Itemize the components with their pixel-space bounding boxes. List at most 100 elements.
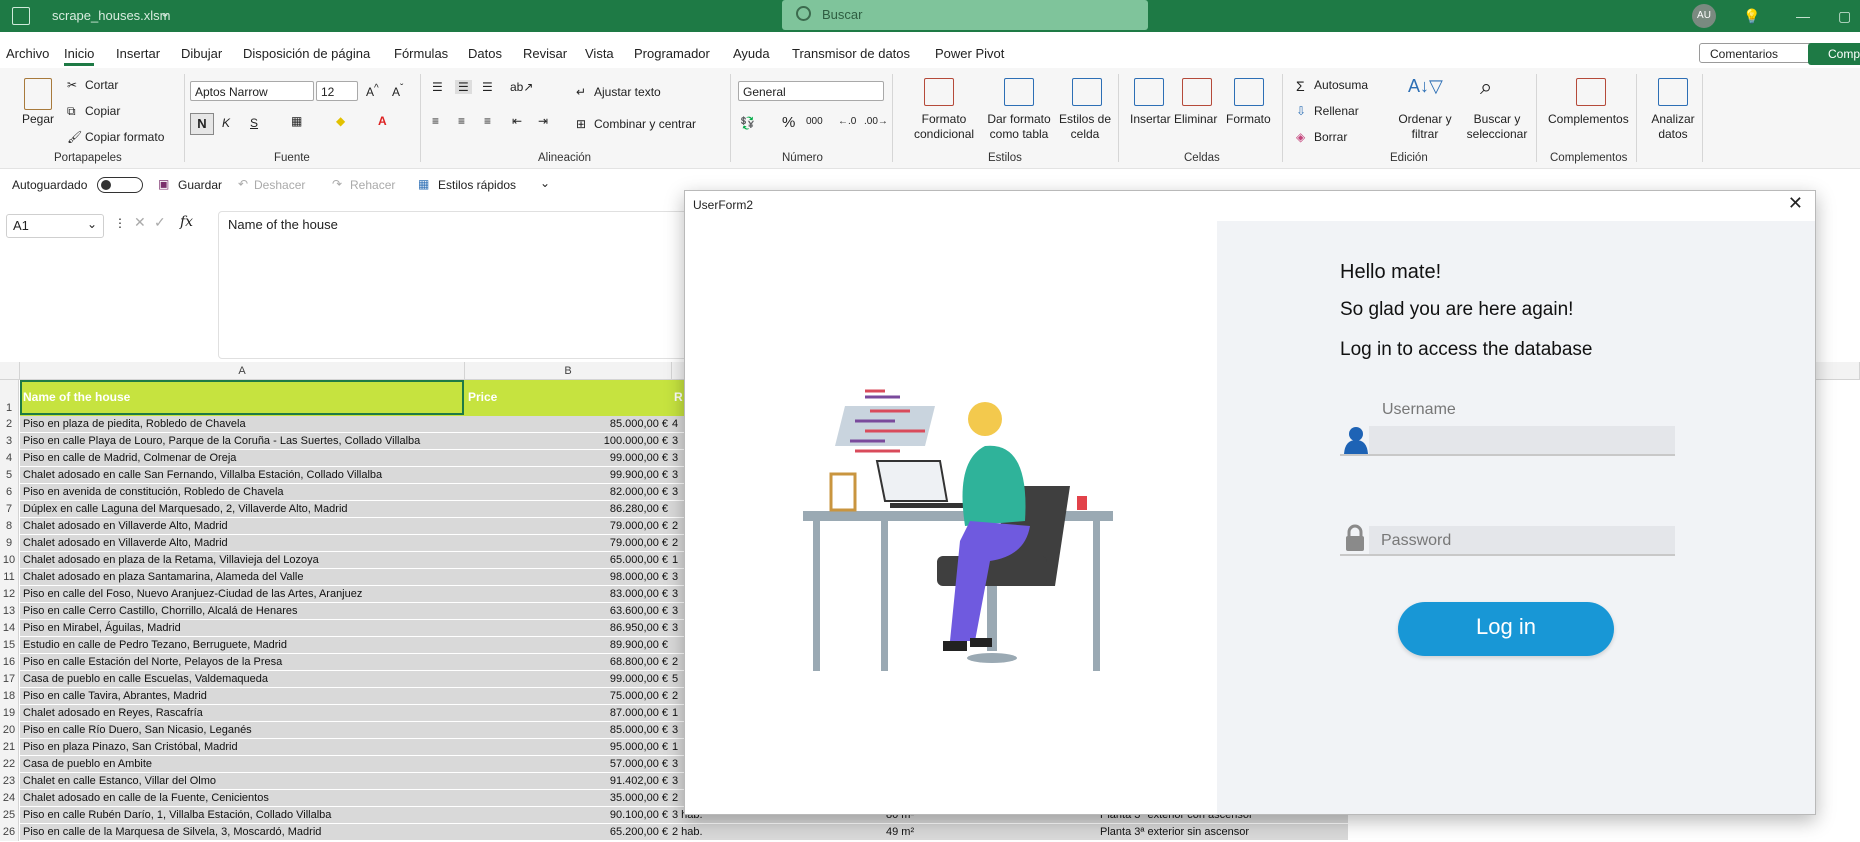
thousands-icon[interactable]: 000 [806,116,823,127]
avatar[interactable]: AU [1692,4,1716,28]
align-right-icon[interactable]: ≡ [484,114,491,128]
italic-button[interactable]: K [222,116,230,130]
tab-ayuda[interactable]: Ayuda [733,46,770,61]
clear-button[interactable]: Borrar [1314,130,1347,144]
save-button[interactable]: Guardar [178,178,222,192]
cell-name[interactable]: Piso en calle Tavira, Abrantes, Madrid [20,688,465,705]
align-left-icon[interactable]: ≡ [432,114,439,128]
cell-name[interactable]: Piso en plaza Pinazo, San Cristóbal, Mad… [20,739,465,756]
username-field[interactable] [1369,426,1675,454]
indent-decrease-icon[interactable]: ⇤ [512,114,522,128]
shrink-font-icon[interactable]: Aˇ [392,83,403,99]
enter-icon[interactable]: ✓ [154,214,166,231]
quick-styles-button[interactable]: Estilos rápidos [438,178,516,192]
conditional-format-button[interactable]: Formato condicional [914,112,974,142]
cell-price[interactable]: 68.800,00 € [465,654,670,671]
select-all-corner[interactable] [0,362,20,380]
row-number[interactable]: 15 [0,637,19,654]
cell-styles-button[interactable]: Estilos de celda [1058,112,1112,142]
cell-name[interactable]: Piso en calle Río Duero, San Nicasio, Le… [20,722,465,739]
cell-name[interactable]: Chalet adosado en Villaverde Alto, Madri… [20,518,465,535]
autosave-toggle[interactable] [97,177,143,193]
format-table-button[interactable]: Dar formato como tabla [984,112,1054,142]
cell-name[interactable]: Piso en calle Estación del Norte, Pelayo… [20,654,465,671]
cell-price[interactable]: 82.000,00 € [465,484,670,501]
addins-button[interactable]: Complementos [1548,112,1629,126]
cell-price[interactable]: 90.100,00 € [465,807,670,824]
cell-rooms[interactable]: 2 hab. [672,824,702,842]
font-name-select[interactable]: Aptos Narrow [190,81,314,101]
fill-button[interactable]: Rellenar [1314,104,1359,118]
file-name[interactable]: scrape_houses.xlsm [52,8,171,23]
cell-name[interactable]: Chalet adosado en plaza Santamarina, Ala… [20,569,465,586]
row-number[interactable]: 24 [0,790,19,807]
font-color-icon[interactable]: A [378,114,387,128]
tab-power-pivot[interactable]: Power Pivot [935,46,1004,61]
undo-button[interactable]: Deshacer [254,178,305,192]
font-size-select[interactable]: 12 [316,81,358,101]
row-number[interactable]: 5 [0,467,19,484]
tab-revisar[interactable]: Revisar [523,46,567,61]
cell-price[interactable]: 91.402,00 € [465,773,670,790]
insert-cells-button[interactable]: Insertar [1130,112,1171,126]
align-bottom-icon[interactable]: ☰ [482,80,493,94]
indent-increase-icon[interactable]: ⇥ [538,114,548,128]
cell-price[interactable]: 87.000,00 € [465,705,670,722]
cell-name[interactable]: Piso en calle Playa de Louro, Parque de … [20,433,465,450]
cell-name[interactable]: Piso en calle de la Marquesa de Silvela,… [20,824,465,841]
close-icon[interactable]: ✕ [1788,193,1803,214]
cell-name[interactable]: Chalet adosado en Reyes, Rascafría [20,705,465,722]
cell-name[interactable]: Dúplex en calle Laguna del Marquesado, 2… [20,501,465,518]
row-number[interactable]: 8 [0,518,19,535]
wrap-text-button[interactable]: Ajustar texto [594,85,661,99]
format-cells-button[interactable]: Formato [1226,112,1271,126]
cell-name[interactable]: Estudio en calle de Pedro Tezano, Berrug… [20,637,465,654]
row-number[interactable]: 4 [0,450,19,467]
cell-name[interactable]: Piso en calle del Foso, Nuevo Aranjuez-C… [20,586,465,603]
row-number[interactable]: 7 [0,501,19,518]
orientation-icon[interactable]: ab↗ [510,80,533,94]
header-cell-c[interactable]: R [674,390,683,404]
borders-icon[interactable]: ▦ [291,114,302,128]
maximize-icon[interactable]: ▢ [1838,8,1851,25]
row-number[interactable]: 12 [0,586,19,603]
copy-button[interactable]: Copiar [85,104,120,118]
formula-area[interactable] [218,211,690,359]
lightbulb-icon[interactable]: 💡 [1743,8,1760,25]
formula-content[interactable]: Name of the house [228,217,338,232]
cell-price[interactable]: 95.000,00 € [465,739,670,756]
header-cell-price[interactable]: Price [468,390,497,404]
row-number[interactable]: 14 [0,620,19,637]
cell-name[interactable]: Piso en Mirabel, Águilas, Madrid [20,620,465,637]
cell-price[interactable]: 65.000,00 € [465,552,670,569]
cancel-icon[interactable]: ✕ [134,214,146,231]
cell-price[interactable]: 99.000,00 € [465,450,670,467]
merge-center-button[interactable]: Combinar y centrar [594,117,696,131]
row-number[interactable]: 1 [0,380,19,416]
row-number[interactable]: 20 [0,722,19,739]
percent-icon[interactable]: % [782,114,795,131]
cell-price[interactable]: 86.950,00 € [465,620,670,637]
tab-vista[interactable]: Vista [585,46,614,61]
autosum-button[interactable]: Autosuma [1314,78,1368,92]
underline-button[interactable]: S [250,116,258,130]
cell-price[interactable]: 89.900,00 € [465,637,670,654]
grow-font-icon[interactable]: A^ [366,83,379,99]
cell-name[interactable]: Piso en calle de Madrid, Colmenar de Ore… [20,450,465,467]
row-number[interactable]: 25 [0,807,19,824]
cell-price[interactable]: 85.000,00 € [465,722,670,739]
row-number[interactable]: 3 [0,433,19,450]
row-number[interactable]: 23 [0,773,19,790]
tab-insertar[interactable]: Insertar [116,46,160,61]
cell-name[interactable]: Casa de pueblo en calle Escuelas, Valdem… [20,671,465,688]
cell-name[interactable]: Piso en avenida de constitución, Robledo… [20,484,465,501]
cell-price[interactable]: 86.280,00 € [465,501,670,518]
row-number[interactable]: 16 [0,654,19,671]
delete-cells-button[interactable]: Eliminar [1174,112,1217,126]
increase-decimal-icon[interactable]: ←.0 [838,116,856,127]
insert-function-button[interactable]: fx [180,214,193,230]
column-header-right[interactable] [1814,362,1860,380]
row-number[interactable]: 22 [0,756,19,773]
cell-name[interactable]: Chalet adosado en plaza de la Retama, Vi… [20,552,465,569]
cell-name[interactable]: Chalet adosado en calle San Fernando, Vi… [20,467,465,484]
